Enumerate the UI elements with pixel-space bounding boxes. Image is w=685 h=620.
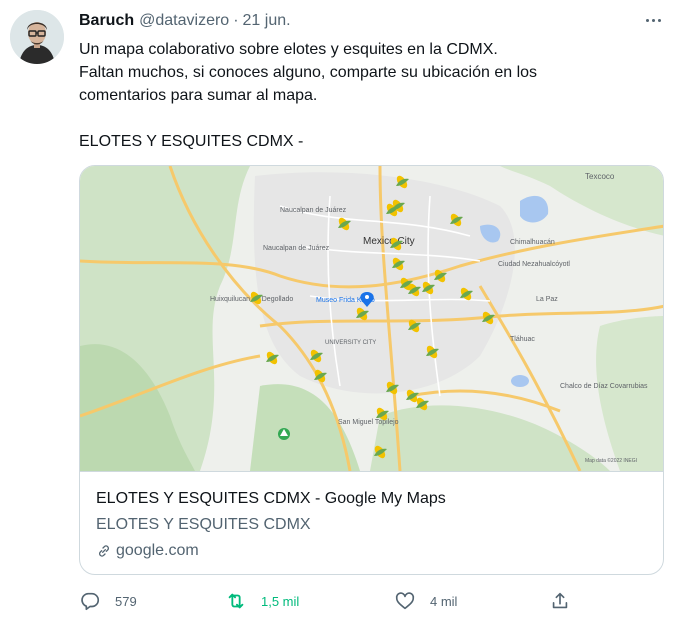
more-icon[interactable] [642,12,664,28]
map-label-la-paz: La Paz [536,296,558,303]
tweet-headline: ELOTES Y ESQUITES CDMX - [79,133,304,150]
tweet-text-line-1: Un mapa colaborativo sobre elotes y esqu… [79,41,498,58]
card-domain[interactable]: google.com [96,542,199,560]
reply-icon [81,592,100,611]
map-label-university: UNIVERSITY CITY [325,340,376,346]
like-count: 4 mil [430,593,458,609]
map-label-tlahuac: Tláhuac [510,336,535,343]
tweet-header: Baruch @datavizero · 21 jun. [79,11,291,31]
avatar-image [10,10,64,64]
map-label-chalco: Chalco de Díaz Covarrubias [560,383,648,390]
map-image: Texcoco Mexico City Naucalpan de Juárez … [80,166,663,471]
map-label-naucalpan-2: Naucalpan de Juárez [263,245,330,252]
tweet-text-line-3: comentarios para sumar al mapa. [79,87,318,104]
map-credit: Map data ©2022 INEGI [585,457,637,464]
action-bar: 579 1,5 mil 4 mil [79,588,579,614]
card-title[interactable]: ELOTES Y ESQUITES CDMX - Google My Maps [96,490,446,508]
map-label-netzahualcoyotl: Ciudad Nezahualcóyotl [498,261,570,268]
reply-button[interactable]: 579 [79,588,137,614]
tweet-text-line-2: Faltan muchos, si conoces alguno, compar… [79,64,538,81]
like-icon [395,592,415,610]
link-icon [99,545,109,557]
author-handle[interactable]: @datavizero [139,12,229,30]
share-button[interactable] [549,588,571,614]
map-preview[interactable]: Texcoco Mexico City Naucalpan de Juárez … [80,166,663,471]
map-label-texcoco: Texcoco [585,172,615,181]
tweet-date[interactable]: 21 jun. [243,12,291,30]
separator-dot: · [233,12,239,29]
map-label-san-miguel: San Miguel Topilejo [338,419,399,426]
tweet: Baruch @datavizero · 21 jun. Un mapa col… [0,0,685,620]
retweet-icon [228,593,244,609]
reply-count: 579 [115,593,137,609]
tweet-text: Un mapa colaborativo sobre elotes y esqu… [79,38,659,153]
park-marker-icon [278,428,290,440]
card-description: ELOTES Y ESQUITES CDMX [96,516,311,533]
link-card[interactable]: Texcoco Mexico City Naucalpan de Juárez … [79,165,664,575]
card-domain-label: google.com [116,542,199,559]
map-label-mexico-city: Mexico City [363,236,415,247]
retweet-count: 1,5 mil [261,593,300,609]
author-name[interactable]: Baruch [79,12,134,30]
share-icon [552,592,568,609]
card-info: ELOTES Y ESQUITES CDMX - Google My Maps … [80,471,663,574]
avatar[interactable] [10,10,64,64]
map-label-naucalpan: Naucalpan de Juárez [280,207,347,214]
map-label-chimalhuacan: Chimalhuacán [510,239,555,246]
retweet-button[interactable]: 1,5 mil [225,588,299,614]
like-button[interactable]: 4 mil [394,588,457,614]
